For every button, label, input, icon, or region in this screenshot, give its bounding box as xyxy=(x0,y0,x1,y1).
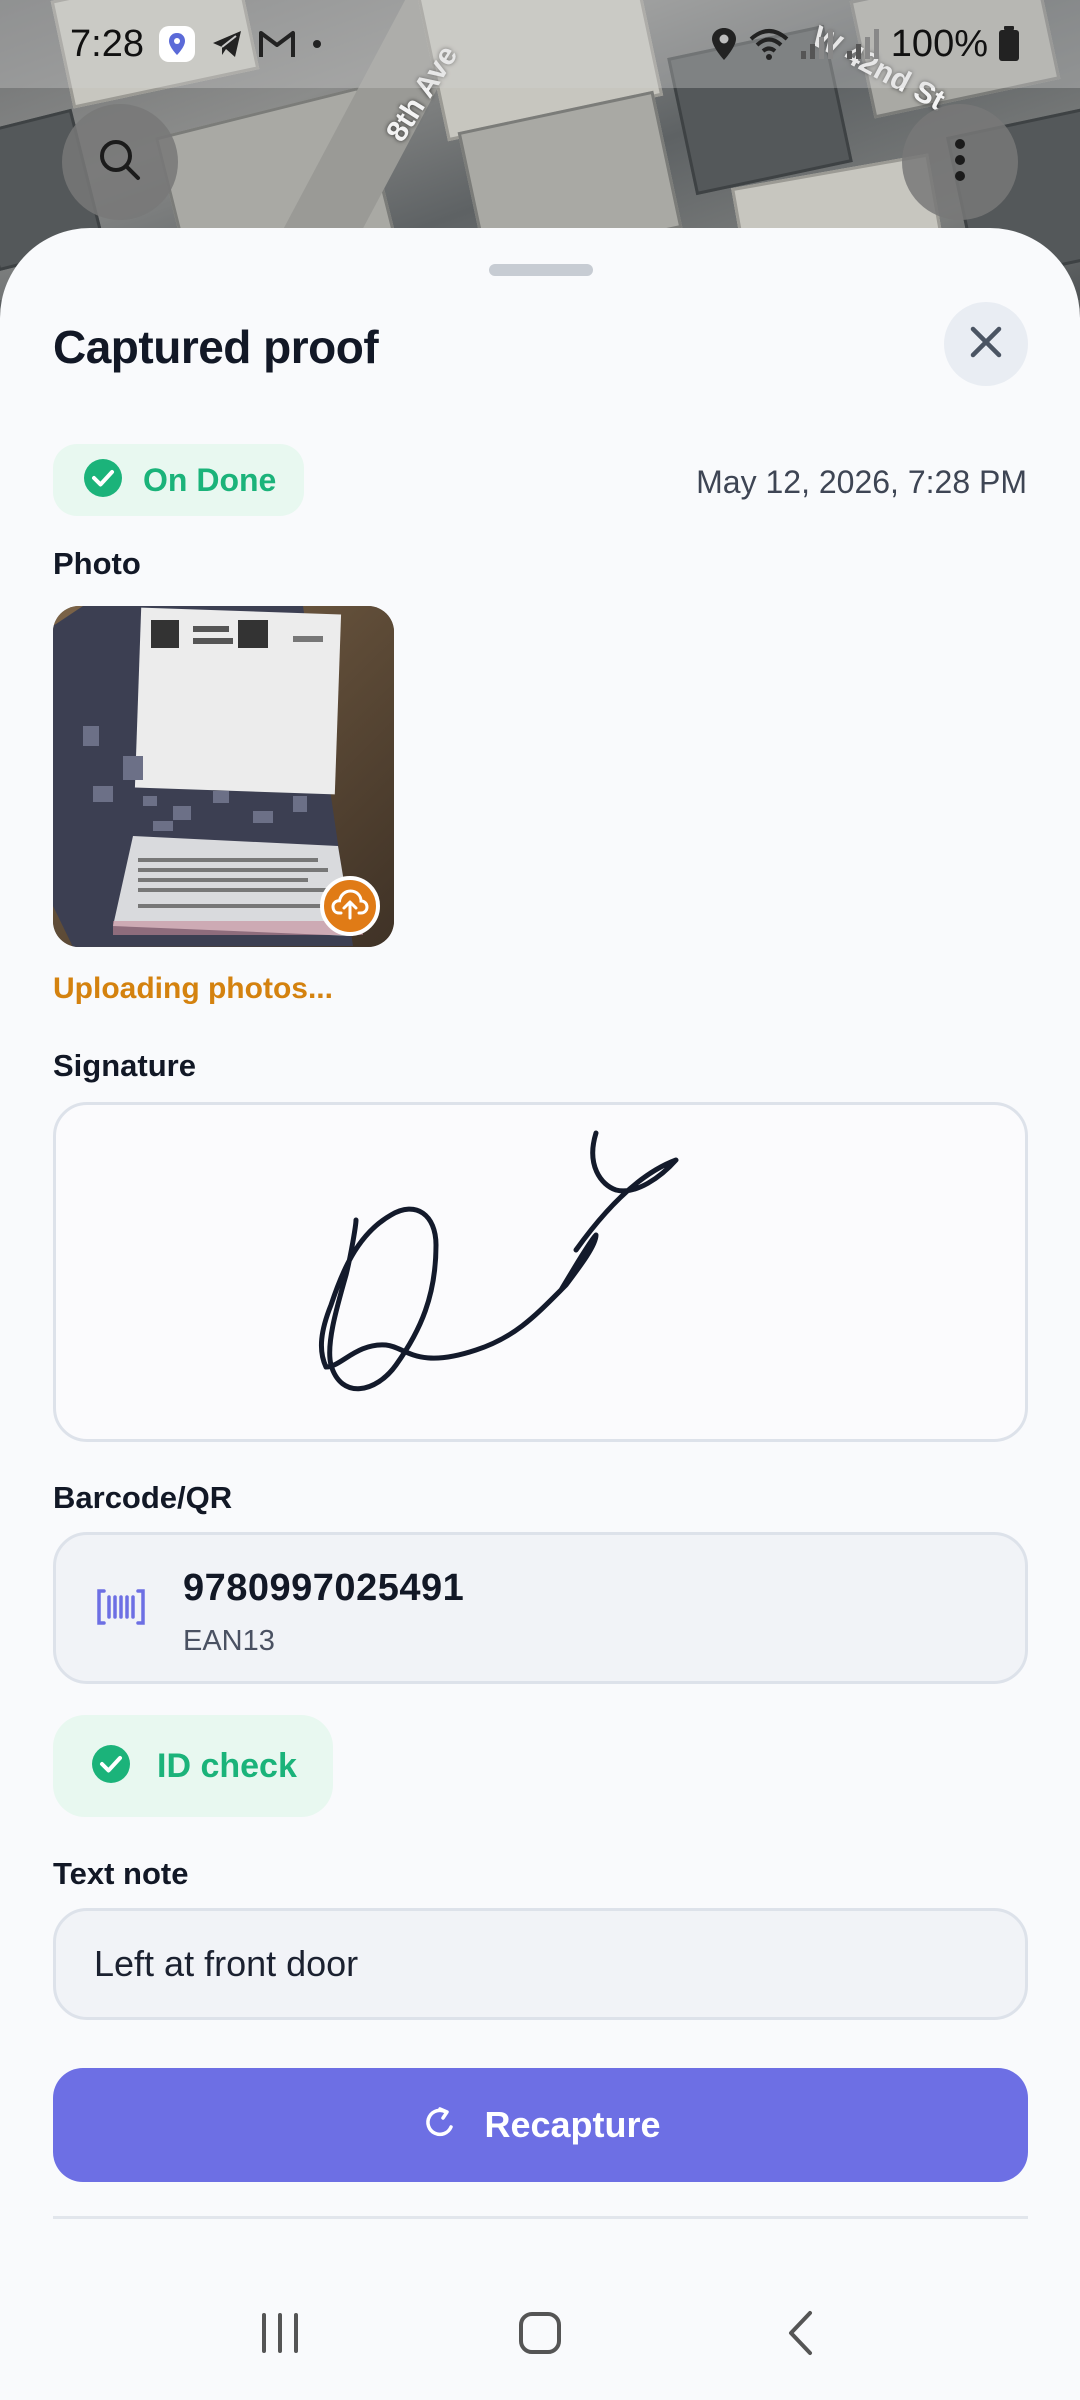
back-icon xyxy=(785,2309,815,2362)
signature-box[interactable] xyxy=(53,1102,1028,1442)
barcode-section-label: Barcode/QR xyxy=(53,1480,233,1515)
divider xyxy=(53,2216,1028,2219)
map-more-button[interactable] xyxy=(902,104,1018,220)
cloud-upload-icon xyxy=(331,887,369,926)
status-bar: 7:28 100% xyxy=(0,0,1080,88)
barcode-value: 9780997025491 xyxy=(183,1567,465,1609)
home-icon xyxy=(517,2310,563,2361)
battery-icon xyxy=(998,26,1020,62)
recent-apps-button[interactable] xyxy=(220,2285,340,2385)
back-button[interactable] xyxy=(740,2285,860,2385)
check-circle-icon xyxy=(91,1744,131,1789)
captured-proof-sheet: Captured proof On Done May 12, 2026, 7:2… xyxy=(0,228,1080,2270)
barcode-scan-icon xyxy=(96,1587,146,1632)
timestamp: May 12, 2026, 7:28 PM xyxy=(696,464,1027,500)
uploading-status-text: Uploading photos... xyxy=(53,972,333,1005)
location-icon xyxy=(709,26,739,62)
sheet-drag-handle[interactable] xyxy=(489,264,593,276)
signal-icon xyxy=(845,27,881,61)
sheet-title: Captured proof xyxy=(53,321,379,373)
telegram-icon xyxy=(210,27,244,61)
close-button[interactable] xyxy=(944,302,1028,386)
maps-pin-icon xyxy=(158,25,196,63)
recent-apps-icon xyxy=(258,2312,302,2359)
search-icon xyxy=(96,136,144,189)
text-note-value: Left at front door xyxy=(94,1943,359,1984)
map-search-button[interactable] xyxy=(62,104,178,220)
wifi-icon xyxy=(749,27,789,61)
signature-drawing xyxy=(319,1130,679,1392)
recapture-button[interactable]: Recapture xyxy=(53,2068,1028,2182)
close-icon xyxy=(968,324,1004,365)
home-button[interactable] xyxy=(480,2285,600,2385)
id-check-label: ID check xyxy=(157,1746,297,1785)
system-navigation-bar xyxy=(0,2270,1080,2400)
text-note-section-label: Text note xyxy=(53,1856,189,1891)
barcode-type: EAN13 xyxy=(183,1625,275,1657)
recapture-button-label: Recapture xyxy=(484,2104,661,2145)
photo-section-label: Photo xyxy=(53,546,141,581)
upload-pending-badge xyxy=(320,876,380,936)
id-check-badge: ID check xyxy=(53,1715,333,1817)
battery-percent: 100% xyxy=(890,22,988,65)
signature-section-label: Signature xyxy=(53,1048,196,1083)
status-badge: On Done xyxy=(53,444,305,516)
text-note-field[interactable]: Left at front door xyxy=(53,1908,1028,2020)
more-vertical-icon xyxy=(952,136,968,189)
dot-icon xyxy=(310,37,324,51)
barcode-result-card: 9780997025491 EAN13 xyxy=(53,1532,1028,1684)
refresh-icon xyxy=(420,2103,460,2148)
status-badge-label: On Done xyxy=(143,461,277,498)
status-time: 7:28 xyxy=(70,22,144,65)
gmail-icon xyxy=(258,29,296,59)
signal-icon xyxy=(799,27,835,61)
check-circle-icon xyxy=(83,458,123,503)
